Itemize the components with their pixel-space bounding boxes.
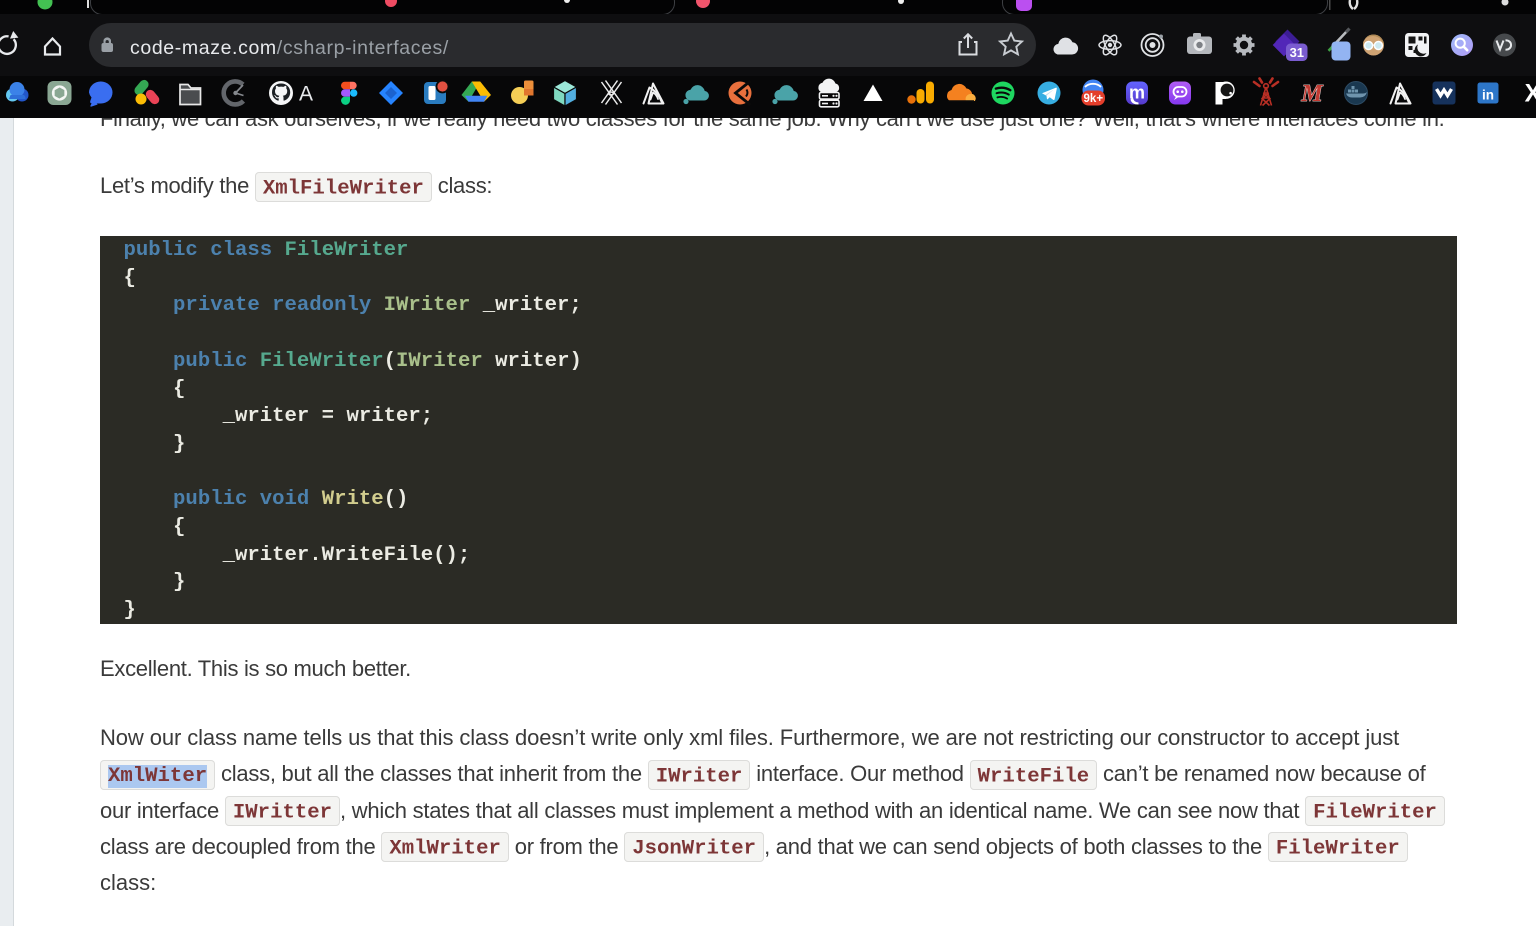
- svg-text:9k+: 9k+: [1084, 93, 1104, 105]
- svg-text:X: X: [1525, 80, 1536, 108]
- svg-text:in: in: [1482, 88, 1494, 103]
- svg-text:A: A: [299, 83, 313, 106]
- svg-text:31: 31: [1290, 45, 1304, 60]
- svg-text:M: M: [1300, 81, 1324, 107]
